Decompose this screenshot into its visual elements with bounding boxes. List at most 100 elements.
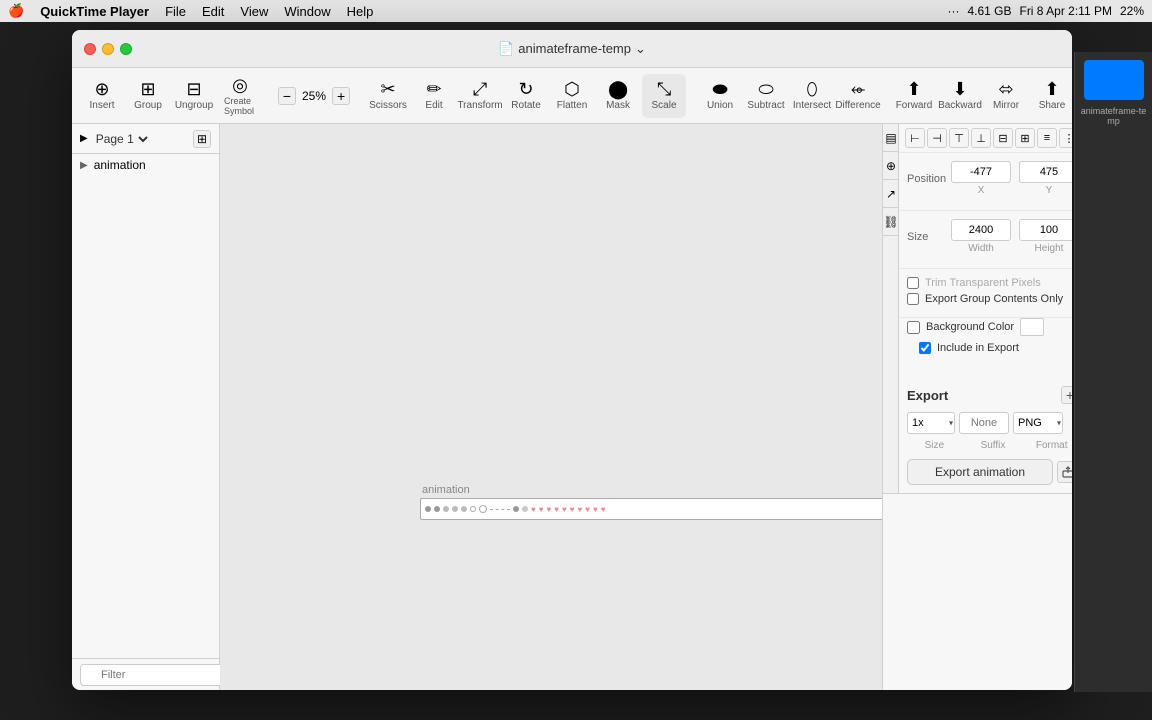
export-size-select[interactable]: 1x 0.5x 2x 3x 4x (907, 412, 955, 434)
group-icon: ⊞ (140, 80, 155, 98)
size-width-input[interactable] (951, 219, 1011, 241)
mirror-button[interactable]: ⬄ Mirror (984, 74, 1028, 118)
intersect-button[interactable]: ⬯ Intersect (790, 74, 834, 118)
frame-dot-9 (522, 506, 528, 512)
menu-view[interactable]: View (240, 4, 268, 19)
spacer (899, 358, 1072, 378)
include-in-export-checkbox[interactable] (919, 342, 931, 354)
export-format-select[interactable]: PNG JPG TIFF PDF SVG WebP (1013, 412, 1063, 434)
size-select-wrap: 1x 0.5x 2x 3x 4x ▾ (907, 412, 955, 434)
panel-tabs-row: ▤ ⊕ ↗ ⛓ ⊢ ⊣ ⊤ ⊥ ⊟ ⊞ ≡ ⋮ (883, 124, 1072, 494)
position-y-input[interactable] (1019, 161, 1072, 183)
position-row: Position X Y (907, 161, 1072, 196)
sidebar-footer: 🔍 ✎ 19 (72, 658, 219, 690)
maximize-button[interactable] (120, 43, 132, 55)
distribute-h-button[interactable]: ≡ (1037, 128, 1057, 148)
background-color-swatch[interactable] (1020, 318, 1044, 336)
distribute-v-button[interactable]: ⋮ (1059, 128, 1072, 148)
size-label: Size (907, 231, 947, 243)
align-top-button[interactable]: ⊤ (949, 128, 969, 148)
apple-icon[interactable]: 🍎 (8, 3, 24, 19)
menubar: 🍎 QuickTime Player File Edit View Window… (0, 0, 1152, 22)
position-x-field: X (951, 161, 1011, 196)
background-color-checkbox[interactable] (907, 321, 920, 334)
frame-dash-1 (490, 509, 510, 510)
panel-tab-style[interactable]: ▤ (883, 124, 899, 152)
menu-help[interactable]: Help (347, 4, 374, 19)
panel-tab-export[interactable]: ↗ (883, 180, 899, 208)
difference-button[interactable]: ⬰ Difference (836, 74, 880, 118)
align-left-button[interactable]: ⊢ (905, 128, 925, 148)
trim-transparent-label: Trim Transparent Pixels (925, 277, 1041, 289)
backward-button[interactable]: ⬇ Backward (938, 74, 982, 118)
rotate-icon: ↻ (518, 80, 533, 98)
forward-button[interactable]: ⬆ Forward (892, 74, 936, 118)
minimize-button[interactable] (102, 43, 114, 55)
frame-dot-2 (434, 506, 440, 512)
heart-7: ♥ (578, 505, 583, 514)
edit-icon: ✏ (426, 80, 441, 98)
scale-icon: ⤡ (657, 80, 671, 98)
share-button[interactable]: ⬆ Share (1030, 74, 1072, 118)
align-bottom-button[interactable]: ⊞ (1015, 128, 1035, 148)
align-center-h-button[interactable]: ⊣ (927, 128, 947, 148)
transform-button[interactable]: ⤢ Transform (458, 74, 502, 118)
subtract-button[interactable]: ⬭ Subtract (744, 74, 788, 118)
export-animation-button[interactable]: Export animation (907, 459, 1053, 485)
ungroup-button[interactable]: ⊟ Ungroup (172, 74, 216, 118)
storage-info: 4.61 GB (967, 4, 1011, 18)
export-share-button[interactable] (1057, 461, 1072, 483)
sidebar: ▶ Page 1 ⊞ ▶ animation 🔍 ✎ 19 (72, 124, 220, 690)
export-suffix-input[interactable] (959, 412, 1009, 434)
group-button[interactable]: ⊞ Group (126, 74, 170, 118)
background-color-row: Background Color (899, 318, 1072, 342)
app-name: QuickTime Player (40, 4, 149, 19)
menu-window[interactable]: Window (284, 4, 330, 19)
export-title: Export (907, 388, 948, 403)
rotate-button[interactable]: ↻ Rotate (504, 74, 548, 118)
zoom-in-button[interactable]: + (332, 87, 350, 105)
size-height-input[interactable] (1019, 219, 1072, 241)
position-label: Position (907, 173, 947, 185)
zoom-out-button[interactable]: − (278, 87, 296, 105)
toolbar: ⊕ Insert ⊞ Group ⊟ Ungroup ◎ Create Symb… (72, 68, 1072, 124)
scale-button[interactable]: ⤡ Scale (642, 74, 686, 118)
frame-dot-6 (470, 506, 476, 512)
layer-item-animation[interactable]: ▶ animation (72, 154, 219, 176)
thumbnail-panel: animateframe-temp (1074, 52, 1152, 692)
menu-file[interactable]: File (165, 4, 186, 19)
flatten-button[interactable]: ⬡ Flatten (550, 74, 594, 118)
position-x-input[interactable] (951, 161, 1011, 183)
insert-button[interactable]: ⊕ Insert (80, 74, 124, 118)
export-section: Export + 1x 0.5x 2x 3x 4x (899, 378, 1072, 493)
frame-dot-3 (443, 506, 449, 512)
battery-info: 22% (1120, 4, 1144, 18)
create-symbol-button[interactable]: ◎ Create Symbol (218, 74, 262, 118)
size-height-label: Height (1035, 243, 1064, 254)
edit-button[interactable]: ✏ Edit (412, 74, 456, 118)
mask-button[interactable]: ⬤ Mask (596, 74, 640, 118)
frame-dot-8 (513, 506, 519, 512)
menu-edit[interactable]: Edit (202, 4, 224, 19)
close-button[interactable] (84, 43, 96, 55)
app-window: 📄 animateframe-temp ⌄ ⊕ Insert ⊞ Group ⊟… (72, 30, 1072, 690)
align-right-button[interactable]: ⊟ (993, 128, 1013, 148)
heart-10: ♥ (601, 505, 606, 514)
scissors-button[interactable]: ✂ Scissors (366, 74, 410, 118)
create-symbol-icon: ◎ (232, 76, 248, 94)
titlebar-chevron[interactable]: ⌄ (635, 41, 646, 57)
panel-tab-text[interactable]: ⊕ (883, 152, 899, 180)
page-selector[interactable]: Page 1 (92, 131, 151, 147)
canvas-area[interactable]: animation ♥ ♥ ♥ ♥ ♥ ♥ ♥ (220, 124, 882, 690)
intersect-icon: ⬯ (806, 80, 817, 98)
export-add-button[interactable]: + (1061, 386, 1072, 404)
layer-arrow: ▶ (80, 160, 88, 171)
trim-transparent-checkbox[interactable] (907, 277, 919, 289)
export-group-contents-checkbox[interactable] (907, 293, 919, 305)
heart-2: ♥ (539, 505, 544, 514)
add-page-button[interactable]: ⊞ (193, 130, 211, 148)
align-middle-v-button[interactable]: ⊥ (971, 128, 991, 148)
trim-transparent-row: Trim Transparent Pixels (907, 277, 1072, 289)
union-button[interactable]: ⬬ Union (698, 74, 742, 118)
panel-tab-link[interactable]: ⛓ (883, 208, 899, 236)
